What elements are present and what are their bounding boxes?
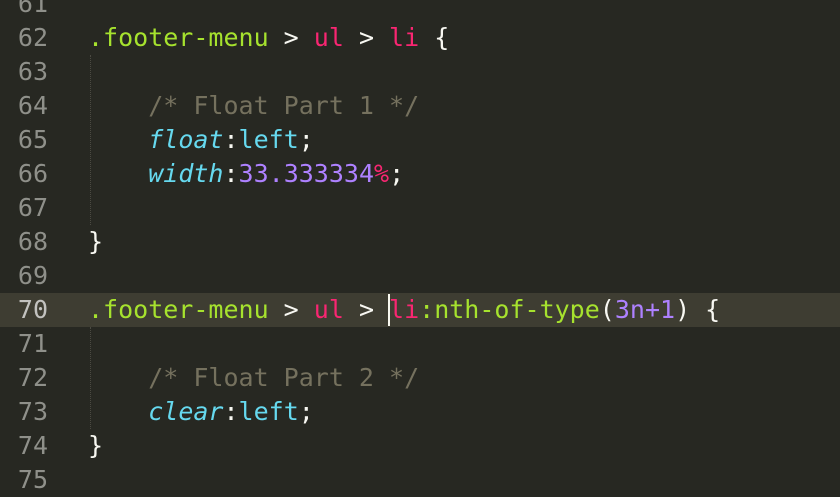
code-line-75[interactable]: 75	[0, 463, 840, 497]
code-token: width	[148, 159, 224, 188]
code-token: ;	[298, 125, 314, 154]
code-token: ul	[313, 23, 344, 52]
code-line-65[interactable]: 65 float:left;	[0, 123, 840, 157]
line-number: 64	[17, 91, 48, 120]
code-text: float:left;	[88, 123, 314, 157]
line-number: 71	[17, 329, 48, 358]
code-line-68[interactable]: 68}	[0, 225, 840, 259]
code-token: li	[389, 295, 420, 324]
text-cursor	[388, 294, 390, 326]
line-number: 73	[17, 397, 48, 426]
code-token: (	[599, 295, 615, 324]
code-line-66[interactable]: 66 width:33.333334%;	[0, 157, 840, 191]
code-token: ) {	[675, 295, 721, 324]
code-text: }	[88, 225, 103, 259]
line-number: 72	[17, 363, 48, 392]
line-number: 75	[17, 465, 48, 494]
line-number: 61	[17, 0, 48, 18]
code-token: .footer-menu	[88, 295, 269, 324]
code-token: :	[223, 125, 239, 154]
code-token: li	[389, 23, 420, 52]
line-number: 62	[17, 23, 48, 52]
code-token: >	[343, 23, 390, 52]
code-token: }	[88, 431, 104, 460]
code-line-64[interactable]: 64 /* Float Part 1 */	[0, 89, 840, 123]
code-line-71[interactable]: 71	[0, 327, 840, 361]
code-line-70[interactable]: 70 .footer-menu > ul > li:nth-of-type(3n+…	[0, 293, 840, 327]
code-token: .footer-menu	[88, 23, 269, 52]
code-text: /* Float Part 2 */	[88, 361, 419, 395]
code-token: clear	[148, 397, 224, 426]
line-number: 74	[17, 431, 48, 460]
code-token: 33.333334	[238, 159, 375, 188]
code-line-61[interactable]: 61	[0, 0, 840, 21]
code-line-69[interactable]: 69	[0, 259, 840, 293]
code-token: :	[223, 159, 239, 188]
line-number: 65	[17, 125, 48, 154]
code-line-67[interactable]: 67	[0, 191, 840, 225]
code-token: >	[268, 23, 314, 52]
indent-guide	[90, 55, 91, 225]
code-token: 3n+1	[614, 295, 676, 324]
code-line-63[interactable]: 63	[0, 55, 840, 89]
code-token: ul	[313, 295, 344, 324]
code-token: %	[374, 159, 390, 188]
code-token: /* Float Part 1 */	[88, 91, 420, 120]
code-token: float	[148, 125, 224, 154]
line-number: 70	[17, 295, 48, 324]
code-text: /* Float Part 1 */	[88, 89, 419, 123]
line-number: 66	[17, 159, 48, 188]
code-text: clear:left;	[88, 395, 314, 429]
code-text: width:33.333334%;	[88, 157, 404, 191]
code-token: left	[238, 125, 299, 154]
code-token: :nth-of-type	[419, 295, 600, 324]
line-number: 69	[17, 261, 48, 290]
code-token: >	[268, 295, 314, 324]
code-token: /* Float Part 2 */	[88, 363, 420, 392]
code-token: :	[223, 397, 239, 426]
code-line-74[interactable]: 74}	[0, 429, 840, 463]
line-number: 68	[17, 227, 48, 256]
code-line-73[interactable]: 73 clear:left;	[0, 395, 840, 429]
code-line-72[interactable]: 72 /* Float Part 2 */	[0, 361, 840, 395]
code-token: ;	[298, 397, 314, 426]
code-token: {	[419, 23, 450, 52]
line-number: 67	[17, 193, 48, 222]
code-line-62[interactable]: 62 .footer-menu > ul > li {	[0, 21, 840, 55]
code-text: }	[88, 429, 103, 463]
code-text: .footer-menu > ul > li {	[88, 21, 449, 55]
code-token: ;	[389, 159, 405, 188]
indent-guide	[90, 327, 91, 429]
code-token: }	[88, 227, 104, 256]
code-token: left	[238, 397, 299, 426]
code-token: >	[343, 295, 390, 324]
code-editor[interactable]: 61 62 .footer-menu > ul > li {63 64 /* Floa…	[0, 0, 840, 494]
line-number: 63	[17, 57, 48, 86]
code-text: .footer-menu > ul > li:nth-of-type(3n+1)…	[88, 293, 720, 327]
